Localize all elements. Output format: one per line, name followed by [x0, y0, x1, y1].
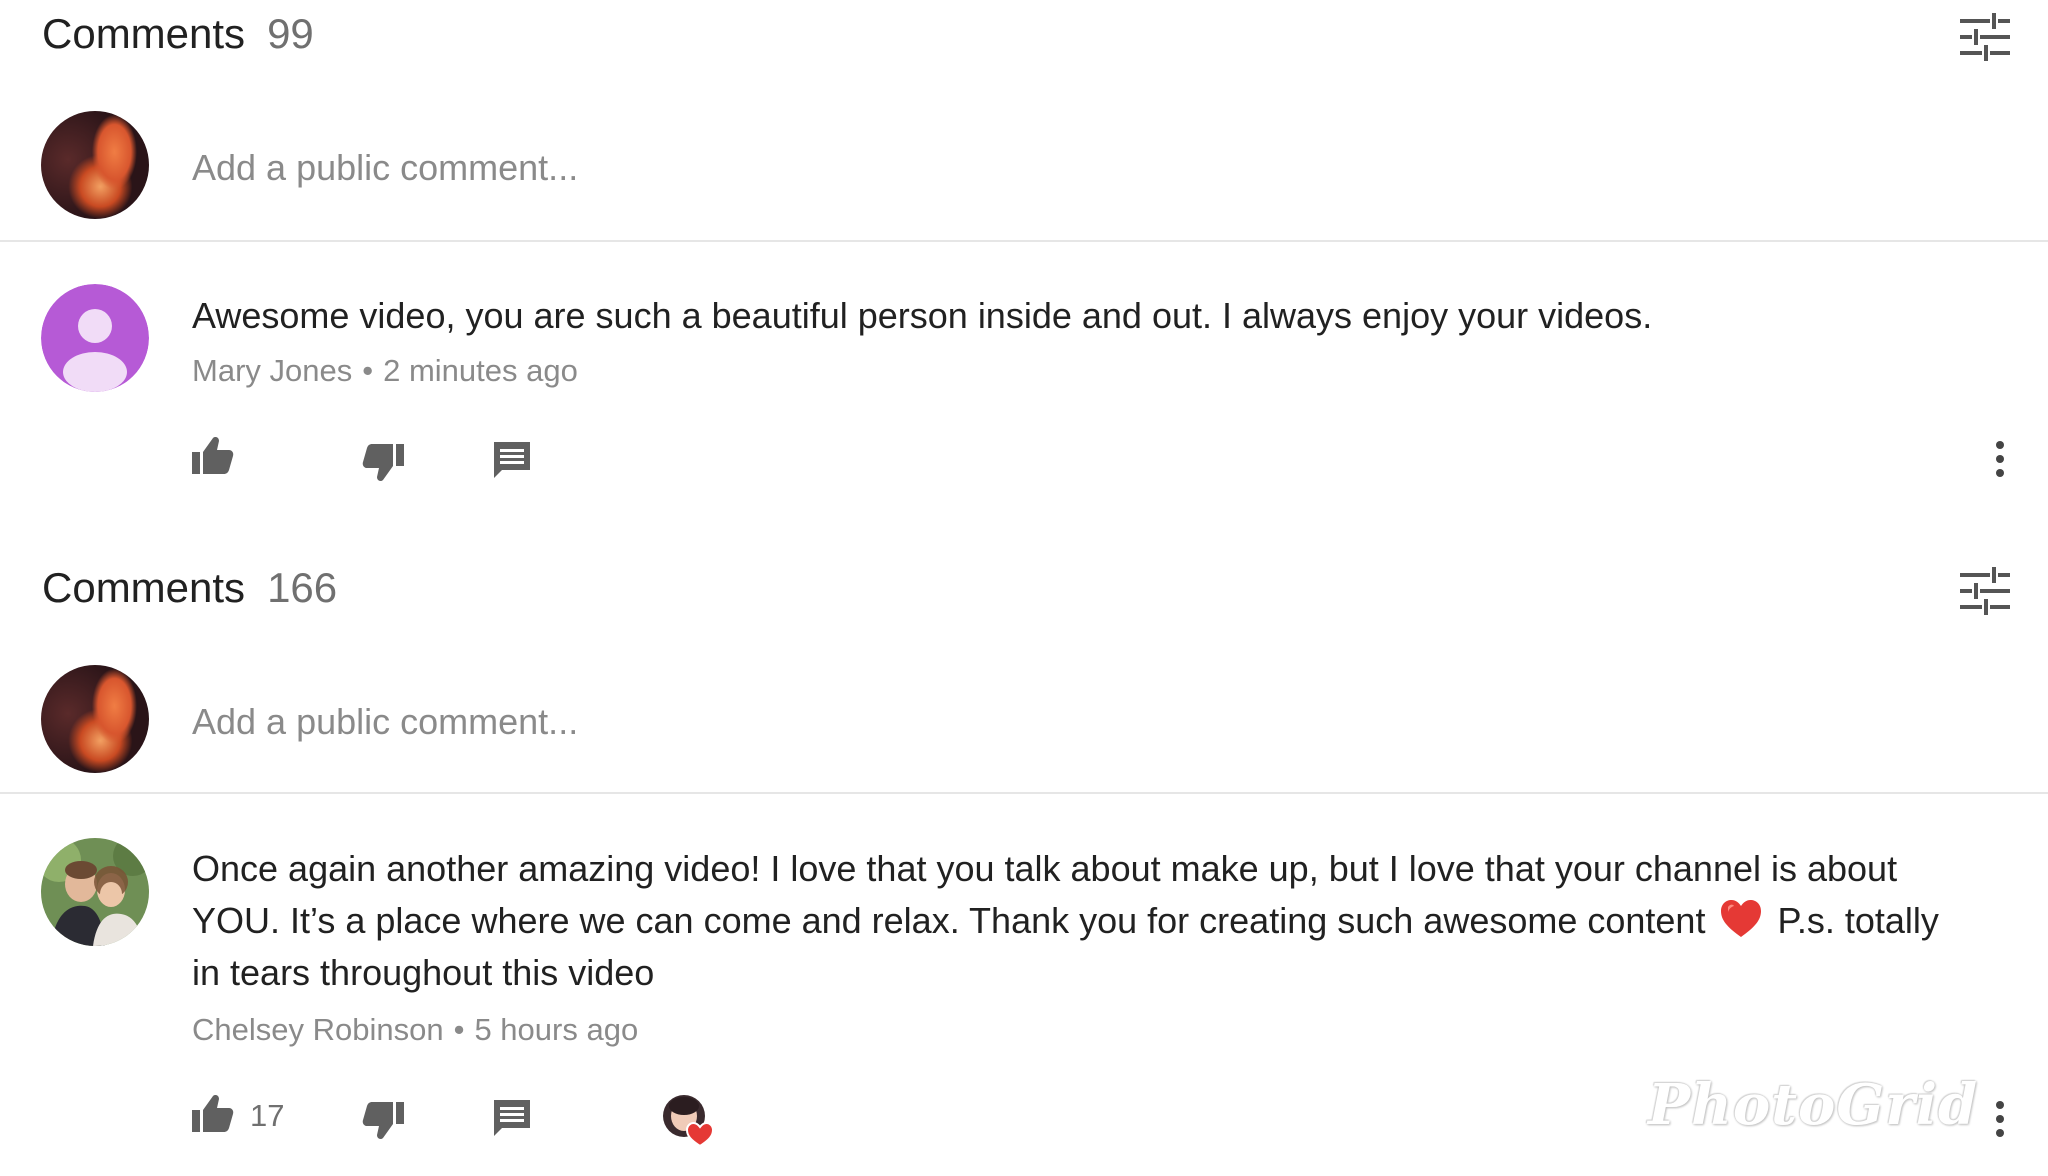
reply-comment-icon[interactable] [490, 438, 534, 482]
divider [0, 792, 2048, 794]
divider [0, 240, 2048, 242]
current-user-avatar [41, 111, 149, 219]
red-heart-icon [1721, 900, 1762, 937]
comment-line: in tears throughout this video [192, 952, 655, 993]
comments-header: Comments 166 [42, 564, 337, 612]
comment-author[interactable]: Chelsey Robinson [192, 1012, 444, 1047]
comment-text: Awesome video, you are such a beautiful … [192, 295, 1653, 336]
more-vertical-icon[interactable] [1992, 1098, 2008, 1142]
comments-section-2: Comments 166 Once again another amazing v… [0, 554, 2048, 1176]
reply-comment-icon[interactable] [490, 1096, 534, 1140]
comment-meta: Chelsey Robinson • 5 hours ago [192, 1012, 638, 1048]
comment-time[interactable]: 5 hours ago [474, 1012, 638, 1047]
photogrid-watermark: PhotoGrid [1648, 1072, 1979, 1138]
comments-count: 166 [267, 564, 338, 611]
like-count: 17 [250, 1098, 285, 1133]
comment-line: YOU. It’s a place where we can come and … [192, 895, 1992, 947]
comment-text: Once again another amazing video! I love… [192, 843, 1992, 999]
creator-heart-badge [663, 1095, 715, 1148]
comments-count: 99 [267, 10, 314, 57]
comment-author[interactable]: Mary Jones [192, 353, 352, 388]
comment-line: Once again another amazing video! I love… [192, 848, 1898, 889]
add-comment-input[interactable] [192, 700, 1492, 744]
thumbs-down-icon[interactable] [362, 1098, 406, 1142]
sort-sliders-icon[interactable] [1958, 12, 2012, 62]
sort-sliders-icon[interactable] [1958, 566, 2012, 616]
add-comment-input[interactable] [192, 146, 1492, 190]
comment-meta: Mary Jones • 2 minutes ago [192, 353, 578, 389]
separator-dot: • [453, 1012, 465, 1047]
thumbs-down-icon[interactable] [362, 440, 406, 484]
comments-section-1: Comments 99 Awesome video, you are such a… [0, 0, 2048, 550]
chelsey-robinson-avatar [41, 838, 149, 946]
comment-line-part: YOU. It’s a place where we can come and … [192, 900, 1706, 941]
comment-time[interactable]: 2 minutes ago [383, 353, 578, 388]
thumbs-up-icon[interactable] [190, 1092, 234, 1136]
comments-title: Comments [42, 10, 246, 57]
current-user-avatar [41, 665, 149, 773]
comment-line-part: P.s. totally [1777, 900, 1939, 941]
comments-header: Comments 99 [42, 10, 314, 58]
comments-title: Comments [42, 564, 246, 611]
separator-dot: • [362, 353, 374, 388]
more-vertical-icon[interactable] [1992, 438, 2008, 482]
mary-jones-avatar [41, 284, 149, 392]
thumbs-up-icon[interactable] [190, 434, 234, 478]
